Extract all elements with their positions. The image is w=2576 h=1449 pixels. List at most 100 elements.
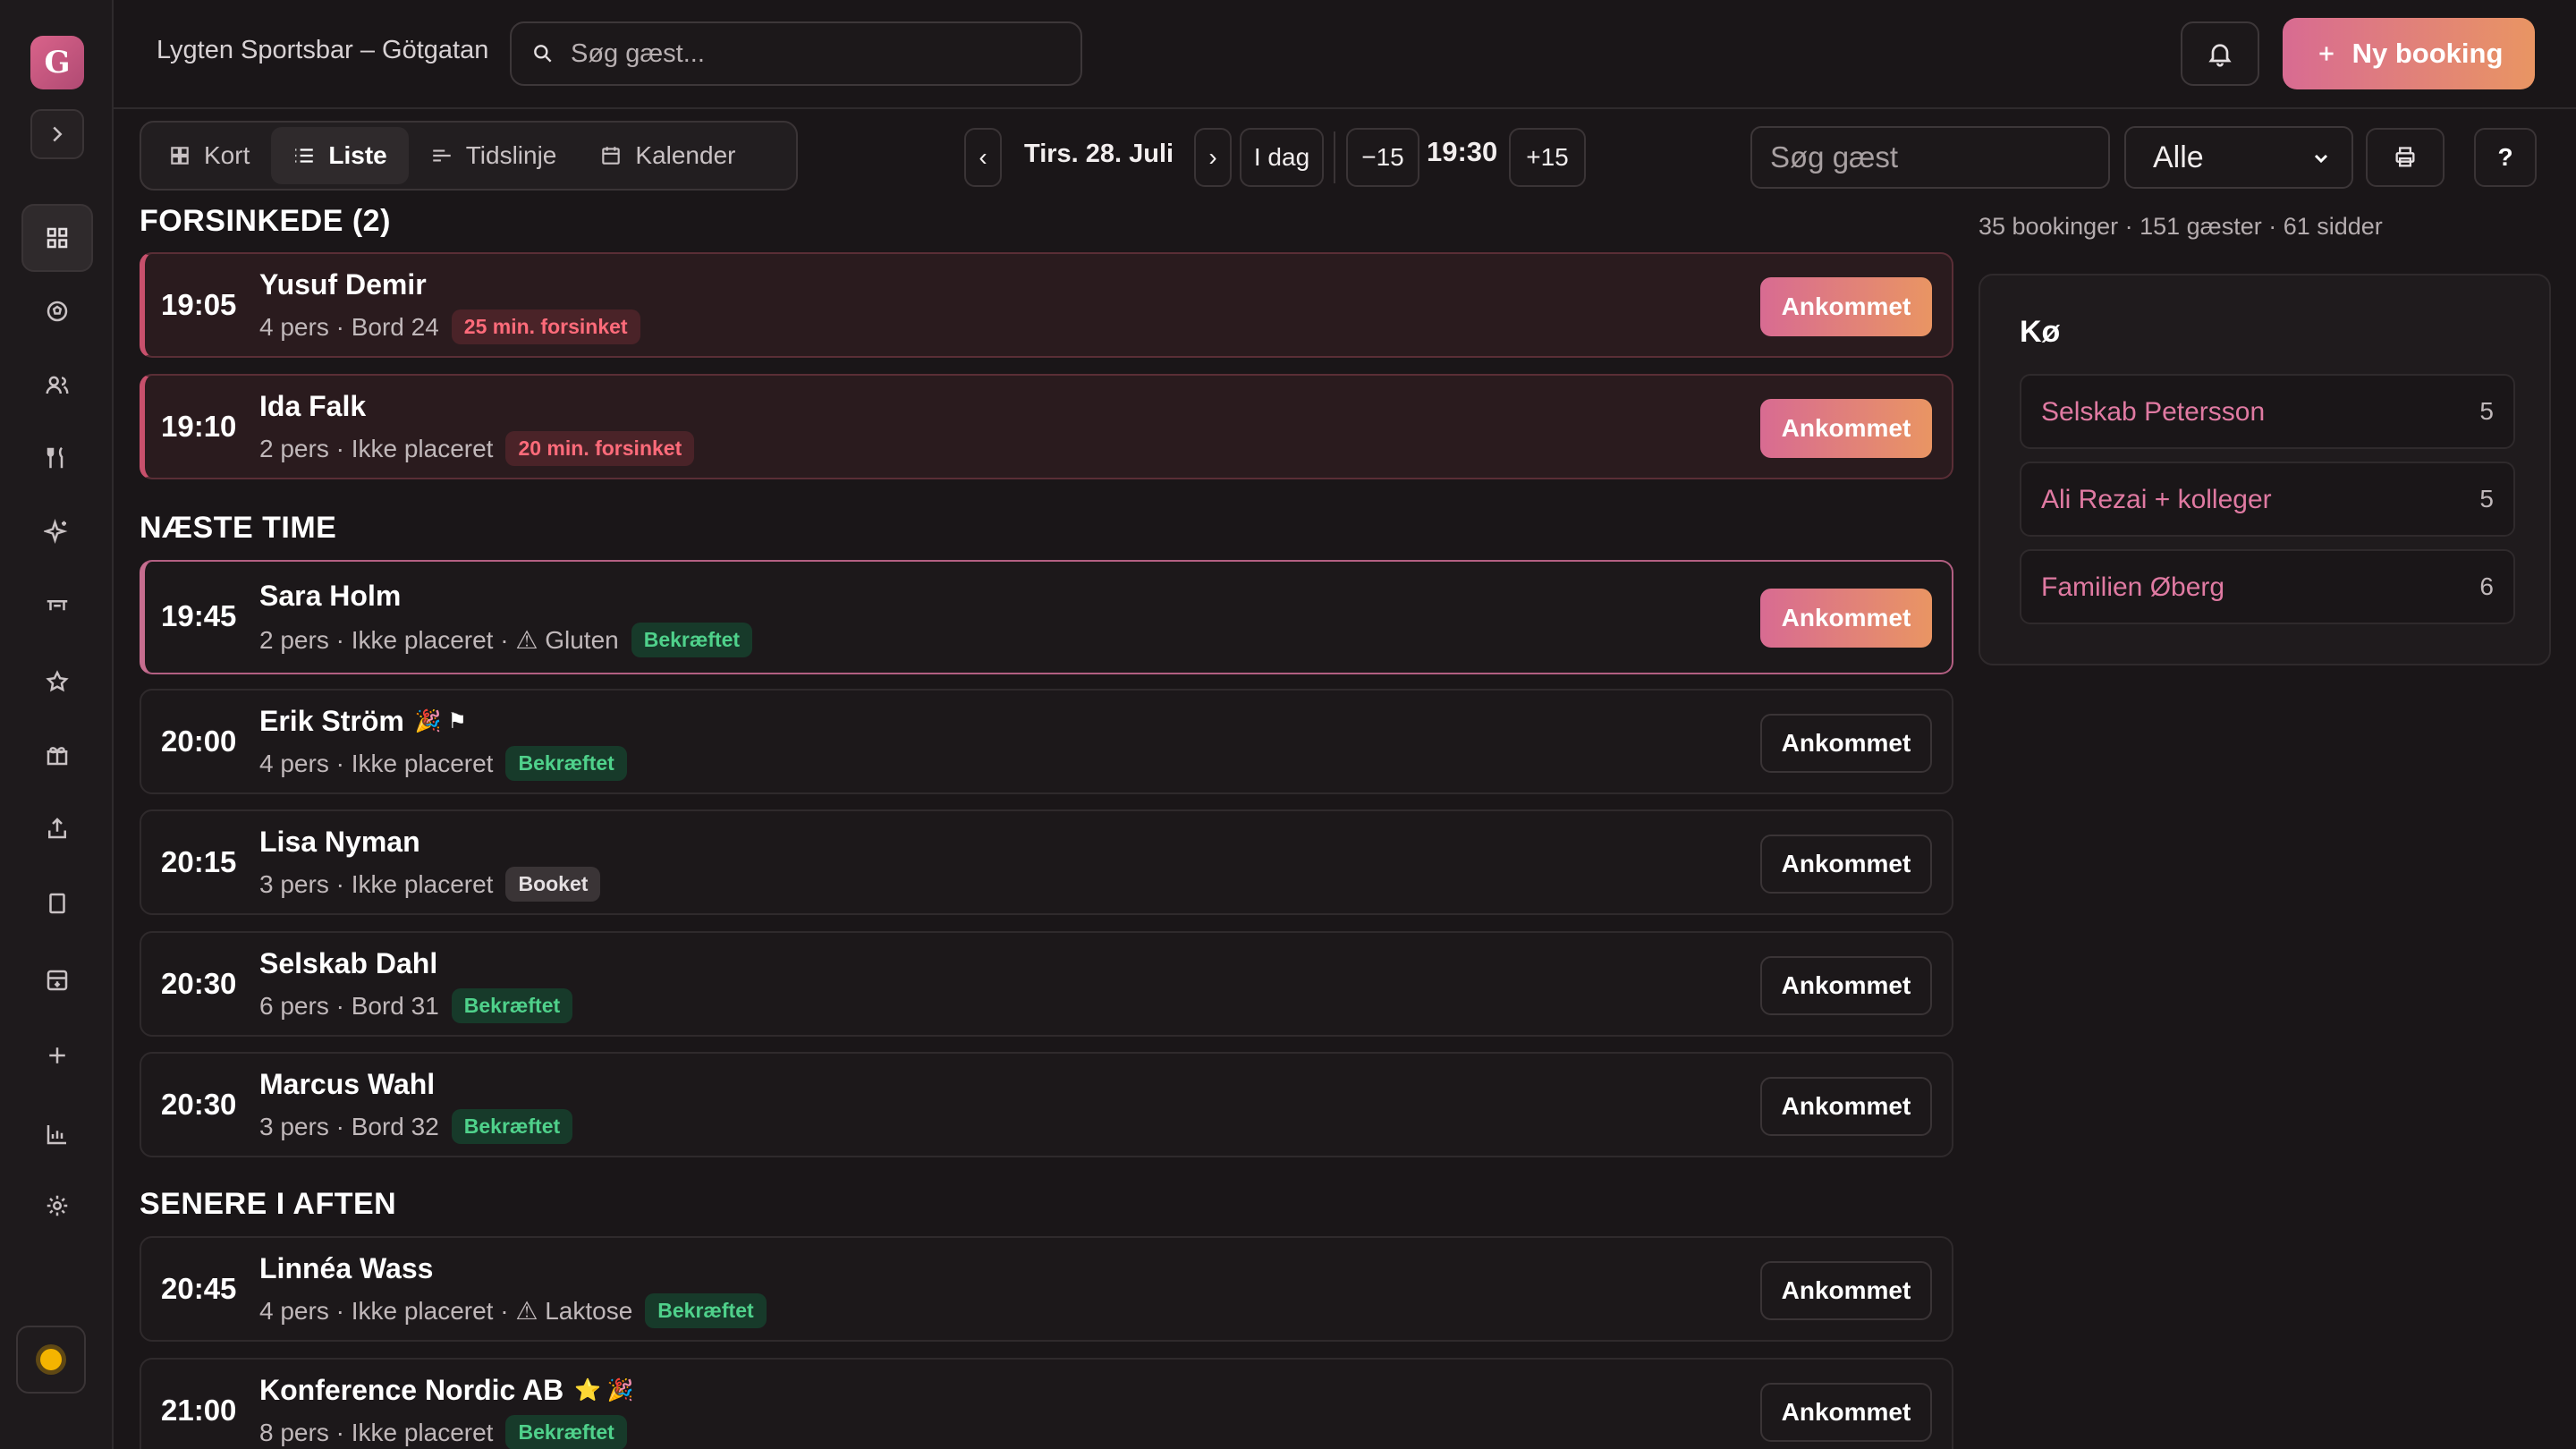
expand-sidebar-button[interactable] bbox=[30, 109, 84, 159]
booking-row[interactable]: 20:30 Selskab Dahl 6 pers · Bord 31 Bekræ… bbox=[140, 931, 1953, 1037]
arrived-button[interactable]: Ankommet bbox=[1760, 399, 1932, 458]
booking-time: 21:00 bbox=[161, 1394, 237, 1427]
sun-icon bbox=[40, 1349, 62, 1370]
search-icon bbox=[534, 45, 552, 63]
venue-name: Lygten Sportsbar – Götgatan bbox=[157, 36, 489, 64]
sidebar-item-stats[interactable] bbox=[21, 1100, 93, 1168]
booking-name: Konference Nordic AB ⭐ 🎉 bbox=[259, 1374, 634, 1407]
star-icon bbox=[46, 670, 69, 692]
status-badge: Bekræftet bbox=[631, 623, 753, 657]
booking-meta: 4 pers · Ikke placeret · ⚠ Laktose Bekræf… bbox=[259, 1293, 767, 1328]
booking-name: Selskab Dahl bbox=[259, 947, 437, 980]
sidebar-item-settings[interactable] bbox=[21, 1172, 93, 1240]
star-party-icons: ⭐ 🎉 bbox=[574, 1378, 634, 1402]
queue-item-count: 6 bbox=[2479, 572, 2494, 600]
plus-icon bbox=[49, 1047, 65, 1063]
app-logo[interactable]: G bbox=[30, 36, 84, 89]
print-button[interactable] bbox=[2366, 128, 2445, 187]
booking-row[interactable]: 20:45 Linnéa Wass 4 pers · Ikke placeret… bbox=[140, 1236, 1953, 1342]
booking-time: 19:45 bbox=[161, 599, 237, 632]
queue-item[interactable]: Selskab Petersson 5 bbox=[2020, 374, 2515, 449]
ball-icon bbox=[47, 301, 68, 322]
notifications-button[interactable] bbox=[2181, 21, 2259, 86]
tab-map[interactable]: Kort bbox=[147, 127, 271, 184]
bell-icon bbox=[2208, 44, 2232, 67]
sidebar-item-dashboard[interactable] bbox=[21, 204, 93, 272]
booking-name: Erik Ström 🎉 ⚑ bbox=[259, 705, 467, 738]
arrived-button[interactable]: Ankommet bbox=[1760, 277, 1932, 336]
booking-row[interactable]: 20:00 Erik Ström 🎉 ⚑ 4 pers · Ikke placer… bbox=[140, 689, 1953, 794]
booking-meta: 3 pers · Bord 32 Bekræftet bbox=[259, 1109, 573, 1144]
new-booking-button[interactable]: Ny booking bbox=[2283, 18, 2535, 89]
queue-item-name: Selskab Petersson bbox=[2041, 397, 2266, 427]
guest-search-input[interactable] bbox=[1750, 126, 2110, 189]
logo-letter: G bbox=[44, 45, 71, 80]
booking-meta: 6 pers · Bord 31 Bekræftet bbox=[259, 988, 573, 1023]
queue-item-count: 5 bbox=[2479, 485, 2494, 513]
sidebar-item-archive[interactable] bbox=[21, 946, 93, 1014]
arrived-button[interactable]: Ankommet bbox=[1760, 1383, 1932, 1442]
next-day-button[interactable]: › bbox=[1194, 128, 1232, 187]
sidebar-item-menu[interactable] bbox=[21, 424, 93, 492]
top-search-box[interactable] bbox=[510, 21, 1082, 86]
tab-list[interactable]: Liste bbox=[271, 127, 409, 184]
queue-item[interactable]: Ali Rezai + kolleger 5 bbox=[2020, 462, 2515, 537]
tab-calendar[interactable]: Kalender bbox=[578, 127, 757, 184]
booking-row[interactable]: 20:30 Marcus Wahl 3 pers · Bord 32 Bekræf… bbox=[140, 1052, 1953, 1157]
queue-title: Kø bbox=[2020, 315, 2061, 349]
guest-name: Erik Ström bbox=[259, 705, 404, 737]
status-filter-select[interactable]: Alle bbox=[2124, 126, 2353, 189]
today-button[interactable]: I dag bbox=[1240, 128, 1324, 187]
archive-icon bbox=[47, 970, 68, 991]
section-later-title: SENERE I AFTEN bbox=[140, 1187, 397, 1221]
plus-15-button[interactable]: +15 bbox=[1509, 128, 1586, 187]
gear-icon bbox=[47, 1195, 68, 1216]
status-badge: Bekræftet bbox=[505, 1415, 627, 1449]
arrived-button[interactable]: Ankommet bbox=[1760, 589, 1932, 648]
tab-timeline[interactable]: Tidslinje bbox=[409, 127, 579, 184]
booking-row[interactable]: 21:00 Konference Nordic AB ⭐ 🎉 8 pers · I… bbox=[140, 1358, 1953, 1449]
sidebar-item-ai[interactable] bbox=[21, 497, 93, 565]
booking-row[interactable]: 19:45 Sara Holm 2 pers · Ikke placeret ·… bbox=[140, 560, 1953, 674]
sidebar-item-guests[interactable] bbox=[21, 351, 93, 419]
prev-day-button[interactable]: ‹ bbox=[964, 128, 1002, 187]
top-search-input[interactable] bbox=[571, 38, 1072, 69]
booking-time: 19:10 bbox=[161, 410, 237, 443]
sidebar-item-gifts[interactable] bbox=[21, 721, 93, 789]
minus-15-button[interactable]: −15 bbox=[1346, 128, 1419, 187]
arrived-button[interactable]: Ankommet bbox=[1760, 714, 1932, 773]
arrived-button[interactable]: Ankommet bbox=[1760, 1261, 1932, 1320]
queue-item-name: Ali Rezai + kolleger bbox=[2041, 485, 2272, 514]
guest-name: Linnéa Wass bbox=[259, 1252, 434, 1284]
booking-details: 8 pers · Ikke placeret bbox=[259, 1418, 494, 1446]
booking-row[interactable]: 19:10 Ida Falk 2 pers · Ikke placeret 20 … bbox=[140, 374, 1953, 479]
arrived-button[interactable]: Ankommet bbox=[1760, 956, 1932, 1015]
booking-name: Linnéa Wass bbox=[259, 1252, 433, 1285]
guest-name: Sara Holm bbox=[259, 580, 402, 612]
arrived-button[interactable]: Ankommet bbox=[1760, 1077, 1932, 1136]
booking-row[interactable]: 19:05 Yusuf Demir 4 pers · Bord 24 25 min… bbox=[140, 252, 1953, 358]
status-badge: Booket bbox=[505, 867, 601, 902]
sidebar-item-export[interactable] bbox=[21, 794, 93, 862]
queue-item[interactable]: Familien Øberg 6 bbox=[2020, 549, 2515, 624]
status-badge: Bekræftet bbox=[451, 988, 573, 1023]
chevron-right-icon bbox=[53, 126, 63, 142]
booking-stats: 35 bookinger · 151 gæster · 61 sidder bbox=[1979, 213, 2383, 240]
booking-meta: 8 pers · Ikke placeret Bekræftet bbox=[259, 1415, 627, 1449]
theme-toggle-button[interactable] bbox=[16, 1326, 86, 1394]
sidebar-item-sports[interactable] bbox=[21, 277, 93, 345]
section-late-title: FORSINKEDE (2) bbox=[140, 204, 391, 238]
arrived-button[interactable]: Ankommet bbox=[1760, 835, 1932, 894]
booking-name: Yusuf Demir bbox=[259, 268, 427, 301]
help-button[interactable]: ? bbox=[2474, 128, 2537, 187]
booking-time: 20:15 bbox=[161, 845, 237, 878]
utensils-icon bbox=[47, 446, 64, 469]
sidebar-item-favorites[interactable] bbox=[21, 648, 93, 716]
booking-details: 2 pers · Ikke placeret · ⚠ Gluten bbox=[259, 626, 619, 654]
sidebar-item-book[interactable] bbox=[21, 869, 93, 937]
sidebar-item-tables[interactable] bbox=[21, 571, 93, 639]
table-icon bbox=[47, 600, 68, 611]
booking-time: 20:30 bbox=[161, 1088, 237, 1121]
sidebar-item-add[interactable] bbox=[21, 1021, 93, 1089]
booking-row[interactable]: 20:15 Lisa Nyman 3 pers · Ikke placeret B… bbox=[140, 809, 1953, 915]
